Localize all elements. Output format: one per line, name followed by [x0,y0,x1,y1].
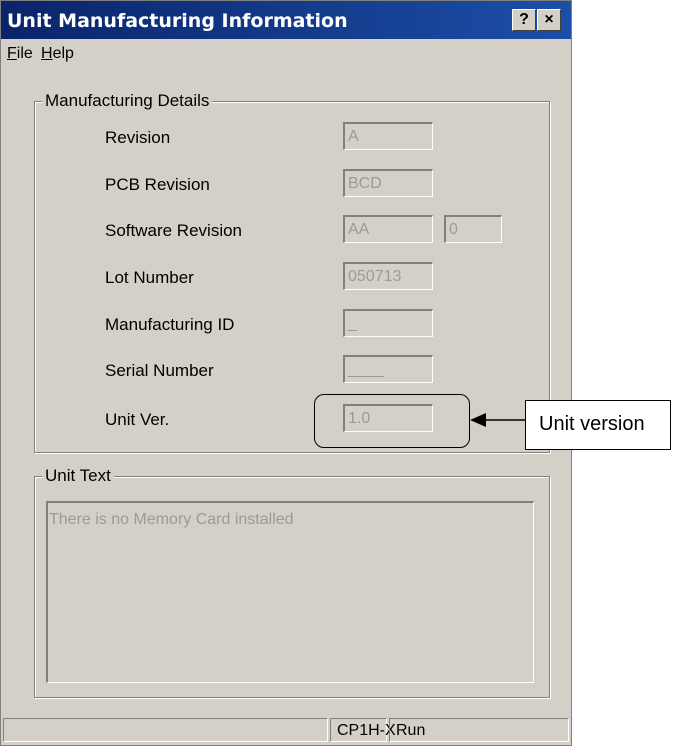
lot-number-field[interactable]: 050713 [343,262,433,290]
close-button[interactable]: × [537,9,561,31]
menu-file[interactable]: File [7,45,33,63]
menu-bar: File Help [1,39,571,69]
revision-label: Revision [105,128,171,147]
menu-help[interactable]: Help [41,45,74,63]
unit-version-callout: Unit version [525,400,671,450]
status-panel-message [3,718,328,742]
unit-text-legend: Unit Text [42,466,114,486]
unit-ver-label: Unit Ver. [105,410,170,429]
manufacturing-details-legend: Manufacturing Details [42,91,213,111]
title-bar[interactable]: Unit Manufacturing Information ? × [1,1,571,39]
unit-version-highlight [314,394,470,448]
help-button[interactable]: ? [512,9,536,31]
serial-number-label: Serial Number [105,361,214,380]
manufacturing-id-label: Manufacturing ID [105,315,235,334]
unit-text-area[interactable]: There is no Memory Card installed [46,501,534,683]
revision-field[interactable]: A [343,122,433,150]
pcb-revision-field[interactable]: BCD [343,169,433,197]
software-revision-field[interactable]: AA [343,215,433,243]
serial-number-field[interactable]: ____ [343,355,433,383]
status-bar: CP1H-X Run [1,715,571,745]
window-title: Unit Manufacturing Information [7,10,348,32]
pcb-revision-label: PCB Revision [105,175,210,194]
status-panel-mode: Run [389,718,569,742]
lot-number-label: Lot Number [105,268,194,287]
manufacturing-id-field[interactable]: _ [343,309,433,337]
software-revision-sub-field[interactable]: 0 [444,215,502,243]
status-panel-model: CP1H-X [330,718,396,742]
unit-manufacturing-info-window: Unit Manufacturing Information ? × File … [0,0,572,746]
software-revision-label: Software Revision [105,221,243,240]
